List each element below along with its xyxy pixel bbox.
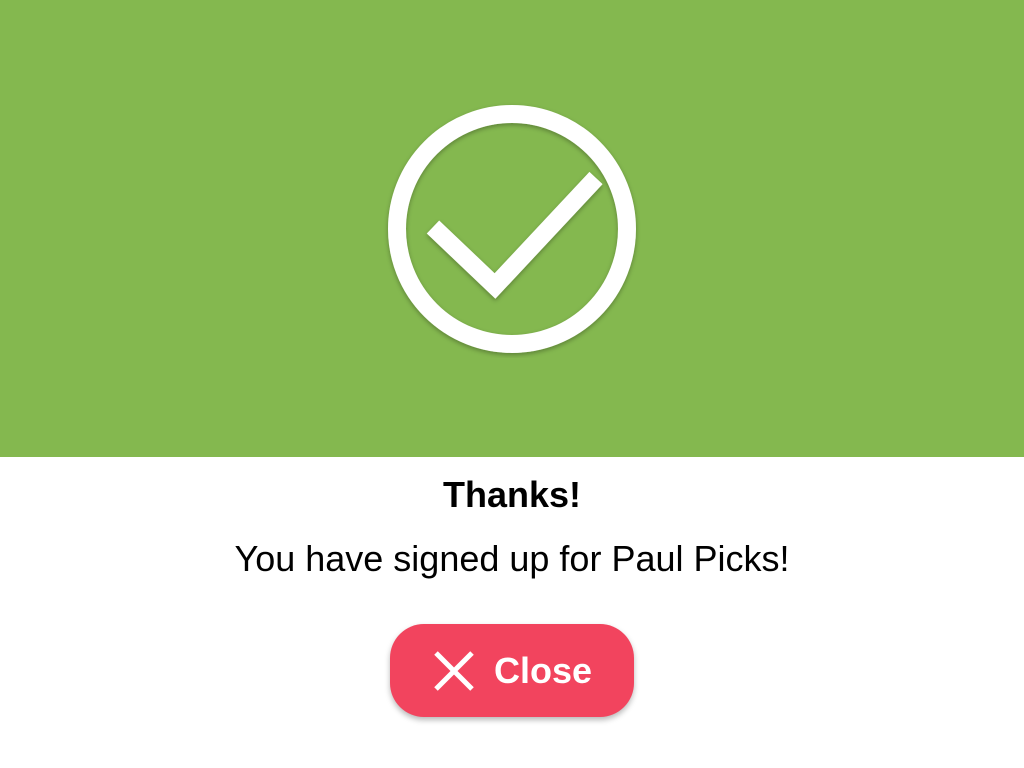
success-banner xyxy=(0,0,1024,457)
close-button[interactable]: Close xyxy=(390,624,634,717)
checkmark-circle-icon xyxy=(383,100,641,358)
dialog-message: You have signed up for Paul Picks! xyxy=(234,538,790,579)
close-icon xyxy=(434,650,474,691)
dialog-title: Thanks! xyxy=(442,474,582,515)
close-button-label: Close xyxy=(493,649,593,691)
